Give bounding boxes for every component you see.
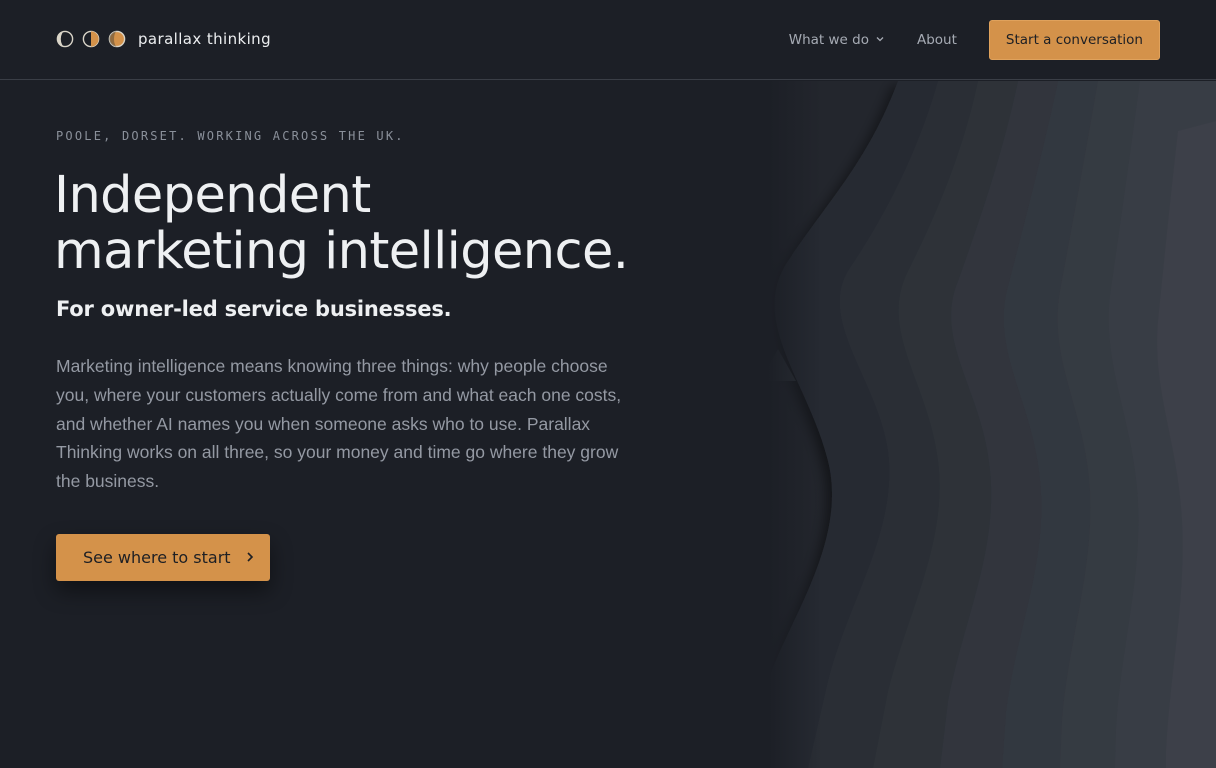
chevron-right-icon xyxy=(245,548,255,567)
see-where-to-start-button[interactable]: See where to start xyxy=(56,534,270,581)
moon-phase-full-icon xyxy=(108,30,126,48)
moon-phase-half-icon xyxy=(82,30,100,48)
topographic-art xyxy=(768,81,1216,768)
hero-headline-line2: marketing intelligence. xyxy=(54,222,629,281)
nav-about[interactable]: About xyxy=(917,32,957,48)
nav-what-we-do-label: What we do xyxy=(788,32,869,48)
logo-marks xyxy=(56,30,126,48)
hero-body: Marketing intelligence means knowing thr… xyxy=(56,356,622,492)
hero-subheadline: For owner-led service businesses. xyxy=(56,297,452,321)
main-nav: What we do About Start a conversation xyxy=(789,20,1160,60)
location-eyebrow: POOLE, DORSET. WORKING ACROSS THE UK. xyxy=(56,129,405,143)
start-conversation-button[interactable]: Start a conversation xyxy=(988,20,1160,60)
brand-logo[interactable]: parallax thinking xyxy=(56,30,271,48)
brand-name: parallax thinking xyxy=(138,30,271,48)
page: parallax thinking What we do About Start… xyxy=(0,0,1216,768)
chevron-down-icon xyxy=(875,32,885,48)
start-conversation-label: Start a conversation xyxy=(1005,32,1143,48)
moon-phase-first-quarter-icon xyxy=(56,30,74,48)
see-where-to-start-label: See where to start xyxy=(83,548,231,567)
site-header: parallax thinking What we do About Start… xyxy=(0,0,1216,80)
nav-what-we-do[interactable]: What we do xyxy=(789,32,885,48)
hero-headline: Independent marketing intelligence. xyxy=(54,168,754,280)
hero-headline-line1: Independent xyxy=(54,166,371,225)
nav-about-label: About xyxy=(916,32,957,48)
